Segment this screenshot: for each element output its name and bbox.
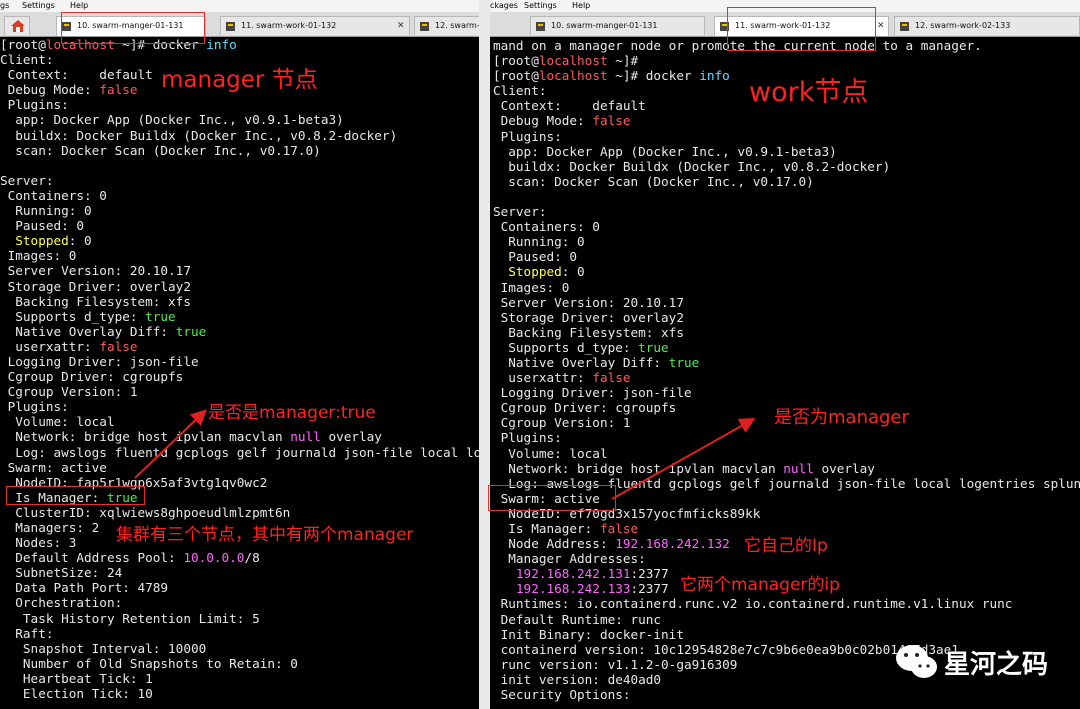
arrow-is-manager <box>134 409 207 479</box>
annotation-own-ip: 它自己的Ip <box>744 536 828 556</box>
wechat-icon <box>896 645 937 678</box>
arrow-swarm-active <box>611 418 756 500</box>
annotation-is-manager-true: 是否是manager:true <box>208 403 376 423</box>
annotation-cluster-info: 集群有三个节点，其中有两个manager <box>116 525 414 545</box>
annotation-manager-node: manager 节点 <box>161 67 318 93</box>
watermark: 星河之码 <box>894 640 1074 682</box>
watermark-text: 星河之码 <box>944 650 1049 680</box>
annotation-two-manager-ip: 它两个manager的ip <box>680 575 840 595</box>
annotation-arrows <box>134 409 756 500</box>
annotation-work-node: work节点 <box>749 77 869 108</box>
annotation-is-manager-question: 是否为manager <box>774 407 909 428</box>
